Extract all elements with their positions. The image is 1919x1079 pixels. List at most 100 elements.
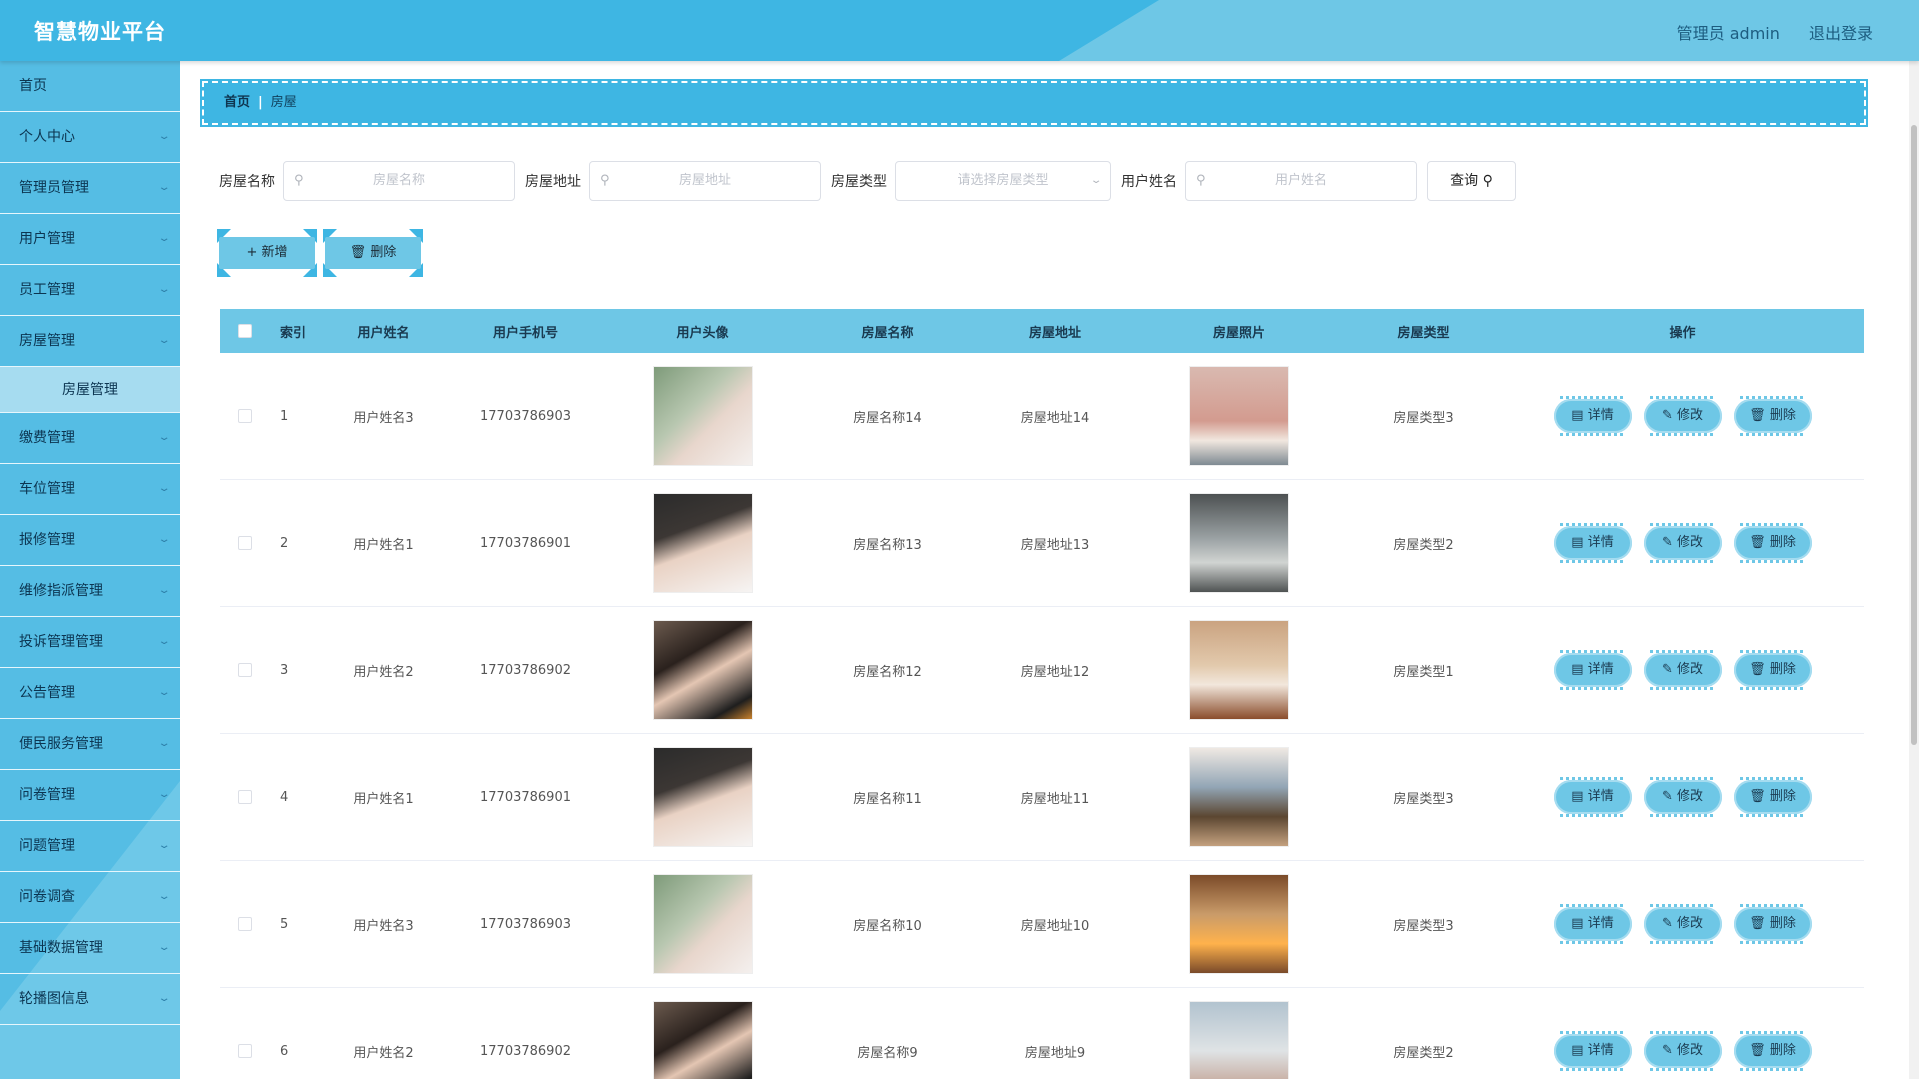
delete-button[interactable]: 🗑 删除 <box>1733 1031 1812 1071</box>
sidebar-item-house-mgmt[interactable]: 房屋管理 ⌄ <box>0 316 180 367</box>
user-name-input[interactable]: ⚲ 用户姓名 <box>1185 161 1417 201</box>
search-icon: ⚲ <box>1482 173 1493 189</box>
detail-button[interactable]: ▤ 详情 <box>1553 777 1632 817</box>
sidebar-item-carousel[interactable]: 轮播图信息 ⌄ <box>0 974 180 1025</box>
pencil-icon: ✎ <box>1661 408 1673 423</box>
delete-button[interactable]: 🗑 删除 <box>1733 777 1812 817</box>
house-type-select[interactable]: 请选择房屋类型 ⌄ <box>895 161 1111 201</box>
document-icon: ▤ <box>1571 1043 1584 1058</box>
detail-label: 详情 <box>1587 408 1614 423</box>
sidebar-item-payment-mgmt[interactable]: 缴费管理 ⌄ <box>0 413 180 464</box>
batch-delete-button[interactable]: 🗑 删除 <box>323 229 423 277</box>
document-icon: ▤ <box>1571 408 1584 423</box>
sidebar-item-service-mgmt[interactable]: 便民服务管理 ⌄ <box>0 719 180 770</box>
house-photo[interactable] <box>1189 366 1289 466</box>
row-checkbox[interactable] <box>238 409 252 423</box>
sidebar-item-repair-assign[interactable]: 维修指派管理 ⌄ <box>0 566 180 617</box>
user-avatar[interactable] <box>652 747 753 847</box>
col-header-avatar: 用户头像 <box>676 325 729 341</box>
user-avatar[interactable] <box>652 620 753 720</box>
row-checkbox[interactable] <box>238 536 252 550</box>
edit-button[interactable]: ✎ 修改 <box>1643 396 1722 436</box>
edit-button[interactable]: ✎ 修改 <box>1643 650 1722 690</box>
sidebar-item-personal-center[interactable]: 个人中心 ⌄ <box>0 112 180 163</box>
edit-button[interactable]: ✎ 修改 <box>1643 777 1722 817</box>
page-scrollbar[interactable] <box>1909 61 1919 1079</box>
sidebar-item-label: 用户管理 <box>19 231 75 247</box>
row-checkbox[interactable] <box>238 790 252 804</box>
sidebar-item-base-data[interactable]: 基础数据管理 ⌄ <box>0 923 180 974</box>
cell-house-type: 房屋类型3 <box>1393 791 1454 807</box>
breadcrumb-home[interactable]: 首页 <box>224 95 250 110</box>
breadcrumb-current: 房屋 <box>270 95 297 110</box>
user-avatar[interactable] <box>652 366 753 466</box>
admin-user-label: 管理员 admin <box>1676 24 1780 43</box>
detail-button[interactable]: ▤ 详情 <box>1553 396 1632 436</box>
sidebar-item-label: 车位管理 <box>19 481 75 497</box>
house-photo[interactable] <box>1189 493 1289 593</box>
sidebar-subitem-house[interactable]: 房屋管理 <box>0 367 180 413</box>
sidebar-item-survey[interactable]: 问卷调查 ⌄ <box>0 872 180 923</box>
cell-phone: 17703786902 <box>480 1043 571 1059</box>
delete-button[interactable]: 🗑 删除 <box>1733 904 1812 944</box>
edit-button[interactable]: ✎ 修改 <box>1643 523 1722 563</box>
add-button[interactable]: + 新增 <box>217 229 317 277</box>
query-button[interactable]: 查询 ⚲ <box>1427 161 1516 201</box>
sidebar-item-notice-mgmt[interactable]: 公告管理 ⌄ <box>0 668 180 719</box>
cell-user-name: 用户姓名2 <box>353 1045 414 1061</box>
house-name-input[interactable]: ⚲ 房屋名称 <box>283 161 515 201</box>
sidebar-item-survey-mgmt[interactable]: 问卷管理 ⌄ <box>0 770 180 821</box>
sidebar-item-label: 问题管理 <box>19 838 75 854</box>
cell-house-addr: 房屋地址11 <box>1020 791 1090 807</box>
delete-button[interactable]: 🗑 删除 <box>1733 523 1812 563</box>
cell-phone: 17703786901 <box>480 789 571 805</box>
row-checkbox[interactable] <box>238 917 252 931</box>
search-icon: ⚲ <box>294 173 304 188</box>
row-checkbox[interactable] <box>238 1044 252 1058</box>
table-row: 3 用户姓名2 17703786902 房屋名称12 房屋地址12 房屋类型1 … <box>220 607 1864 734</box>
sidebar-item-question-mgmt[interactable]: 问题管理 ⌄ <box>0 821 180 872</box>
scrollbar-thumb[interactable] <box>1911 125 1917 745</box>
edit-button[interactable]: ✎ 修改 <box>1643 904 1722 944</box>
sidebar-item-staff-mgmt[interactable]: 员工管理 ⌄ <box>0 265 180 316</box>
sidebar-item-complaint-mgmt[interactable]: 投诉管理管理 ⌄ <box>0 617 180 668</box>
house-photo[interactable] <box>1189 747 1289 847</box>
cell-index: 6 <box>280 1043 289 1059</box>
house-photo[interactable] <box>1189 874 1289 974</box>
delete-label: 删除 <box>1769 535 1796 550</box>
user-avatar[interactable] <box>652 493 753 593</box>
edit-button[interactable]: ✎ 修改 <box>1643 1031 1722 1071</box>
user-avatar[interactable] <box>652 1001 753 1079</box>
user-avatar[interactable] <box>652 874 753 974</box>
house-photo[interactable] <box>1189 620 1289 720</box>
house-addr-input[interactable]: ⚲ 房屋地址 <box>589 161 821 201</box>
delete-button[interactable]: 🗑 删除 <box>1733 650 1812 690</box>
detail-button[interactable]: ▤ 详情 <box>1553 1031 1632 1071</box>
sidebar-item-admin-mgmt[interactable]: 管理员管理 ⌄ <box>0 163 180 214</box>
house-photo[interactable] <box>1189 1001 1289 1079</box>
delete-button[interactable]: 🗑 删除 <box>1733 396 1812 436</box>
detail-button[interactable]: ▤ 详情 <box>1553 650 1632 690</box>
chevron-down-icon: ⌄ <box>157 891 171 902</box>
sidebar-item-home[interactable]: 首页 <box>0 61 180 112</box>
user-name-placeholder: 用户姓名 <box>1274 173 1327 188</box>
trash-icon: 🗑 <box>1749 535 1766 550</box>
detail-button[interactable]: ▤ 详情 <box>1553 523 1632 563</box>
sidebar-item-user-mgmt[interactable]: 用户管理 ⌄ <box>0 214 180 265</box>
logout-link[interactable]: 退出登录 <box>1809 24 1873 43</box>
delete-label: 删除 <box>1769 408 1796 423</box>
cell-user-name: 用户姓名1 <box>353 791 414 807</box>
detail-button[interactable]: ▤ 详情 <box>1553 904 1632 944</box>
sidebar-item-repair-mgmt[interactable]: 报修管理 ⌄ <box>0 515 180 566</box>
table-row: 6 用户姓名2 17703786902 房屋名称9 房屋地址9 房屋类型2 ▤ … <box>220 988 1864 1079</box>
cell-house-type: 房屋类型3 <box>1393 918 1454 934</box>
detail-label: 详情 <box>1587 916 1614 931</box>
cell-user-name: 用户姓名3 <box>353 918 414 934</box>
table-row: 5 用户姓名3 17703786903 房屋名称10 房屋地址10 房屋类型3 … <box>220 861 1864 988</box>
row-checkbox[interactable] <box>238 663 252 677</box>
trash-icon: 🗑 <box>1749 662 1766 677</box>
col-header-index: 索引 <box>280 325 307 341</box>
edit-label: 修改 <box>1677 789 1704 804</box>
sidebar-item-parking-mgmt[interactable]: 车位管理 ⌄ <box>0 464 180 515</box>
select-all-checkbox[interactable] <box>238 324 252 338</box>
